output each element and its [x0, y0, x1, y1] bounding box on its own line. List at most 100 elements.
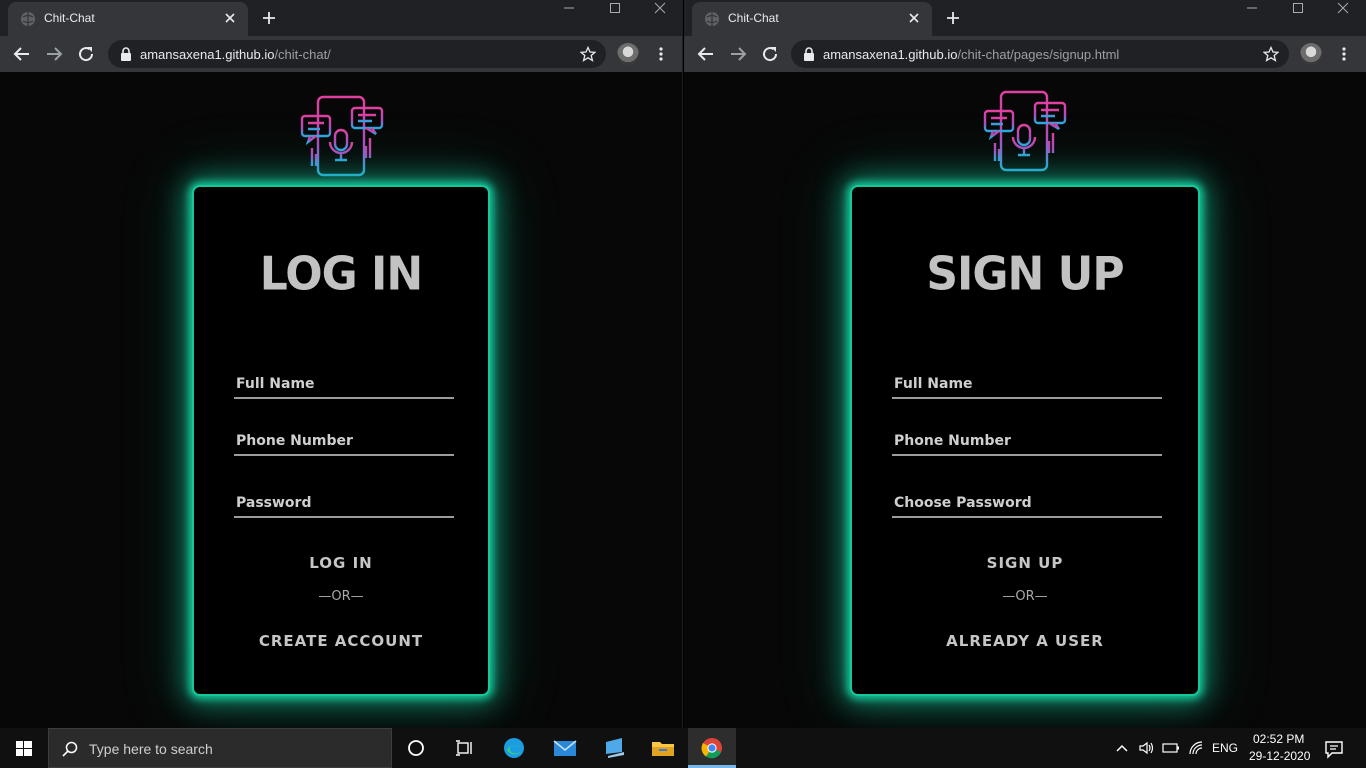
minimize-button[interactable]	[546, 0, 592, 28]
close-icon	[654, 2, 666, 14]
url-text: amansaxena1.github.io/chit-chat/	[140, 47, 331, 62]
choose-password-input[interactable]	[892, 492, 1162, 514]
edge-button[interactable]	[490, 728, 538, 768]
close-window-button[interactable]	[1320, 0, 1366, 28]
clock-date[interactable]: 29-12-2020	[1249, 749, 1310, 763]
mail-button[interactable]	[540, 728, 588, 768]
password-field[interactable]	[234, 492, 454, 518]
globe-icon	[21, 12, 35, 26]
tab-title: Chit-Chat	[728, 11, 779, 25]
menu-dots-icon[interactable]	[1336, 46, 1352, 62]
url-domain: amansaxena1.github.io	[140, 47, 275, 62]
or-separator: —OR—	[1002, 589, 1048, 604]
menu-dots-icon[interactable]	[653, 46, 669, 62]
windows-logo-icon	[16, 741, 32, 756]
taskbar-search-box[interactable]: Type here to search	[48, 728, 392, 768]
profile-avatar[interactable]	[1300, 43, 1322, 65]
full-name-field[interactable]	[892, 373, 1162, 399]
profile-avatar[interactable]	[617, 43, 639, 65]
file-explorer-button[interactable]	[638, 728, 686, 768]
forward-icon[interactable]	[728, 44, 748, 64]
browser-tab[interactable]: Chit-Chat	[8, 2, 248, 36]
signup-card: SIGN UP SIGN UP —OR— ALREADY A USER	[850, 185, 1200, 696]
maximize-button[interactable]	[592, 0, 638, 28]
tab-strip: Chit-Chat	[684, 0, 1366, 36]
minimize-icon	[1247, 7, 1257, 9]
chat-app-logo-icon	[300, 95, 384, 177]
page-title: LOG IN	[259, 247, 424, 302]
task-view-button[interactable]	[392, 728, 440, 768]
clock-time[interactable]: 02:52 PM	[1253, 732, 1304, 746]
maximize-icon	[1293, 3, 1303, 13]
notification-center-icon[interactable]	[1324, 739, 1344, 759]
phone-number-input[interactable]	[234, 430, 454, 452]
browser-window-login: Chit-Chat amansaxena1.github.io/chit-cha…	[0, 0, 683, 728]
forward-icon[interactable]	[44, 44, 64, 64]
minimize-button[interactable]	[1229, 0, 1275, 28]
language-indicator[interactable]: ENG	[1212, 741, 1238, 755]
maximize-icon	[610, 3, 620, 13]
close-tab-icon[interactable]	[906, 10, 922, 26]
file-explorer-icon	[652, 742, 674, 756]
pc-icon	[606, 738, 624, 758]
password-input[interactable]	[234, 492, 454, 514]
browser-tab[interactable]: Chit-Chat	[692, 2, 932, 36]
edge-icon	[504, 738, 524, 758]
phone-number-input[interactable]	[892, 430, 1162, 452]
full-name-input[interactable]	[892, 373, 1162, 395]
search-placeholder: Type here to search	[89, 741, 213, 757]
full-name-field[interactable]	[234, 373, 454, 399]
page-content: LOG IN LOG IN —OR— CREATE ACCOUNT	[0, 72, 682, 728]
chrome-button[interactable]	[688, 728, 736, 768]
taskbar: Type here to search ENG 02:52 PM 29-12-2…	[0, 728, 1366, 768]
maximize-button[interactable]	[1275, 0, 1321, 28]
wifi-icon[interactable]	[1188, 740, 1206, 756]
bookmark-star-icon[interactable]	[1263, 46, 1279, 62]
new-tab-icon[interactable]	[944, 9, 962, 27]
signup-button[interactable]: SIGN UP	[852, 554, 1198, 572]
url-path: /chit-chat/pages/signup.html	[957, 47, 1120, 62]
back-icon[interactable]	[12, 44, 32, 64]
chevron-up-icon[interactable]	[1115, 741, 1129, 755]
reload-icon[interactable]	[76, 44, 96, 64]
create-account-link[interactable]: CREATE ACCOUNT	[194, 632, 488, 650]
browser-toolbar: amansaxena1.github.io/chit-chat/pages/si…	[684, 36, 1366, 72]
page-title: SIGN UP	[926, 247, 1124, 302]
volume-icon[interactable]	[1138, 740, 1156, 756]
desktop: Chit-Chat amansaxena1.github.io/chit-cha…	[0, 0, 1366, 768]
phone-number-field[interactable]	[892, 430, 1162, 456]
close-icon	[1337, 2, 1349, 14]
url-domain: amansaxena1.github.io	[823, 47, 958, 62]
lock-icon	[804, 47, 814, 61]
choose-password-field[interactable]	[892, 492, 1162, 518]
bookmark-star-icon[interactable]	[580, 46, 596, 62]
new-tab-icon[interactable]	[260, 9, 278, 27]
reload-icon[interactable]	[760, 44, 780, 64]
already-a-user-link[interactable]: ALREADY A USER	[852, 632, 1198, 650]
mail-icon	[553, 740, 577, 756]
browser-toolbar: amansaxena1.github.io/chit-chat/	[0, 36, 682, 72]
start-button[interactable]	[0, 728, 48, 768]
timeline-button[interactable]	[440, 728, 488, 768]
tab-title: Chit-Chat	[44, 11, 95, 25]
address-bar[interactable]: amansaxena1.github.io/chit-chat/	[108, 40, 606, 68]
phone-number-field[interactable]	[234, 430, 454, 456]
battery-icon[interactable]	[1162, 741, 1180, 755]
chat-app-logo-icon	[983, 90, 1067, 172]
or-separator: —OR—	[318, 589, 364, 604]
login-card: LOG IN LOG IN —OR— CREATE ACCOUNT	[192, 185, 490, 696]
minimize-icon	[564, 7, 574, 9]
close-window-button[interactable]	[637, 0, 682, 28]
back-icon[interactable]	[696, 44, 716, 64]
address-bar[interactable]: amansaxena1.github.io/chit-chat/pages/si…	[791, 40, 1289, 68]
lock-icon	[121, 47, 131, 61]
login-button[interactable]: LOG IN	[194, 554, 488, 572]
task-view-icon	[408, 740, 424, 756]
search-icon	[62, 741, 78, 757]
page-content: SIGN UP SIGN UP —OR— ALREADY A USER	[684, 72, 1366, 728]
browser-window-signup: Chit-Chat amansaxena1.github.io/chit-cha…	[684, 0, 1366, 728]
close-tab-icon[interactable]	[222, 10, 238, 26]
full-name-input[interactable]	[234, 373, 454, 395]
tab-strip: Chit-Chat	[0, 0, 682, 36]
this-pc-button[interactable]	[590, 728, 638, 768]
